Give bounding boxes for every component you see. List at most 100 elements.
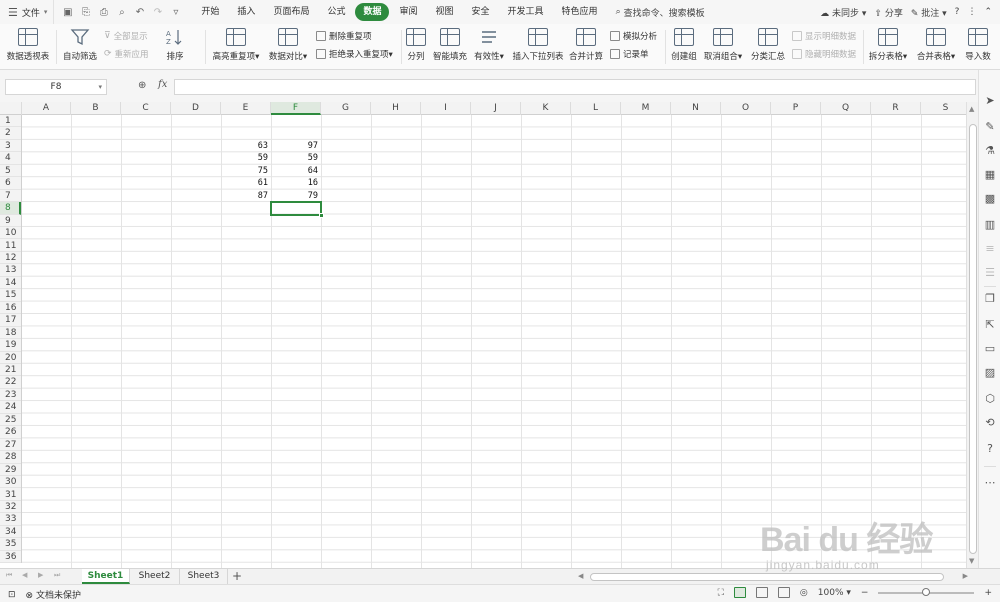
remove-duplicates-button[interactable]: 删除重复项	[316, 30, 372, 42]
zoom-formula-icon[interactable]: ⊕	[138, 80, 146, 91]
name-box[interactable]: F8 ▾	[5, 79, 107, 95]
pen-icon[interactable]: ✎	[983, 120, 997, 134]
column-header-c[interactable]: C	[121, 102, 171, 115]
row-header-23[interactable]: 23	[0, 389, 21, 402]
history-icon[interactable]: ⟲	[983, 416, 997, 430]
column-header-m[interactable]: M	[621, 102, 671, 115]
row-header-16[interactable]: 16	[0, 302, 21, 315]
row-header-19[interactable]: 19	[0, 339, 21, 352]
row-header-17[interactable]: 17	[0, 314, 21, 327]
column-header-j[interactable]: J	[471, 102, 521, 115]
scroll-up-icon[interactable]: ▲	[969, 105, 974, 113]
row-header-11[interactable]: 11	[0, 240, 21, 252]
show-detail-button[interactable]: 显示明细数据	[792, 30, 856, 42]
print-preview-icon[interactable]: ⌕	[116, 7, 127, 18]
record-form-button[interactable]: 记录单	[610, 48, 649, 60]
list-icon[interactable]: ☰	[983, 266, 997, 280]
row-header-28[interactable]: 28	[0, 451, 21, 464]
subtotal-button[interactable]: 分类汇总	[750, 24, 786, 62]
next-sheet-icon[interactable]: ▶	[38, 571, 43, 579]
column-header-k[interactable]: K	[521, 102, 571, 115]
data-compare-button[interactable]: 数据对比▾	[266, 24, 310, 62]
text-to-columns-button[interactable]: 分列	[404, 24, 428, 62]
pivot-table-button[interactable]: 数据透视表	[6, 24, 50, 62]
row-header-25[interactable]: 25	[0, 414, 21, 427]
row-header-14[interactable]: 14	[0, 277, 21, 290]
row-header-13[interactable]: 13	[0, 264, 21, 277]
row-header-15[interactable]: 15	[0, 289, 21, 302]
archive-icon[interactable]: ▭	[983, 342, 997, 356]
ungroup-button[interactable]: 取消组合▾	[703, 24, 743, 62]
zoom-slider-knob[interactable]	[922, 587, 931, 596]
row-header-10[interactable]: 10	[0, 227, 21, 240]
zoom-level[interactable]: 100% ▾	[818, 588, 851, 598]
column-header-l[interactable]: L	[571, 102, 621, 115]
share-button[interactable]: ⇪ 分享	[874, 6, 902, 19]
macro-icon[interactable]: ⊡	[8, 590, 16, 600]
merge-table-button[interactable]: 合并表格▾	[915, 24, 957, 62]
align-icon[interactable]: ≡	[983, 242, 997, 256]
chevron-down-icon[interactable]: ▾	[98, 80, 102, 94]
undo-icon[interactable]: ↶	[134, 7, 145, 18]
row-header-29[interactable]: 29	[0, 464, 21, 477]
last-sheet-icon[interactable]: ⏭	[54, 571, 60, 580]
format-painter-icon[interactable]: ⚗	[983, 144, 997, 158]
reapply-button[interactable]: ⟳ 重新应用	[104, 48, 149, 60]
cell-e3[interactable]: 63	[221, 140, 271, 152]
zoom-out-icon[interactable]: −	[861, 588, 869, 598]
chart-icon[interactable]: ▥	[983, 218, 997, 232]
help-circle-icon[interactable]: ?	[983, 442, 997, 456]
shield-icon[interactable]: ⬡	[983, 392, 997, 406]
sheet-tab-3[interactable]: Sheet3	[180, 569, 228, 584]
sheet-tab-1[interactable]: Sheet1	[82, 569, 130, 584]
row-header-6[interactable]: 6	[0, 177, 21, 190]
autofilter-button[interactable]: 自动筛选	[62, 24, 98, 62]
row-header-3[interactable]: 3	[0, 140, 21, 153]
formula-input[interactable]	[174, 79, 976, 95]
cell-e6[interactable]: 61	[221, 177, 271, 189]
select-pointer-icon[interactable]: ➤	[983, 94, 997, 108]
cell-e5[interactable]: 75	[221, 165, 271, 177]
column-header-i[interactable]: I	[421, 102, 471, 115]
active-cell-f8[interactable]	[270, 201, 324, 218]
cell-e7[interactable]: 87	[221, 190, 271, 202]
cell-f5[interactable]: 64	[271, 165, 321, 177]
tab-2[interactable]: 插入	[229, 3, 263, 21]
file-menu-button[interactable]: ☰ 文件 ▾	[0, 0, 53, 24]
customize-toolbar-icon[interactable]: ▿	[170, 7, 181, 18]
row-header-27[interactable]: 27	[0, 439, 21, 452]
export-pdf-icon[interactable]: ⎘	[80, 7, 91, 18]
cell-area[interactable]: 63 97 59 59 75 64 61 16 87 79	[22, 115, 966, 568]
scroll-down-icon[interactable]: ▼	[969, 557, 974, 565]
vertical-scrollbar[interactable]: ▲ ▼	[966, 102, 978, 568]
tab-6[interactable]: 审阅	[391, 3, 425, 21]
validation-button[interactable]: 有效性▾	[472, 24, 506, 62]
row-header-12[interactable]: 12	[0, 252, 21, 265]
column-header-p[interactable]: P	[771, 102, 821, 115]
highlight-duplicates-button[interactable]: 高亮重复项▾	[210, 24, 262, 62]
share-out-icon[interactable]: ⇱	[983, 318, 997, 332]
row-header-30[interactable]: 30	[0, 476, 21, 489]
sync-button[interactable]: ☁ 未同步 ▾	[820, 6, 866, 19]
redo-icon[interactable]: ↷	[152, 7, 163, 18]
column-header-h[interactable]: H	[371, 102, 421, 115]
sort-button[interactable]: AZ 排序	[160, 24, 190, 62]
tab-3[interactable]: 页面布局	[265, 3, 317, 21]
row-header-35[interactable]: 35	[0, 538, 21, 551]
cell-f4[interactable]: 59	[271, 152, 321, 164]
image-icon[interactable]: ▨	[983, 366, 997, 380]
cell-f6[interactable]: 16	[271, 177, 321, 189]
add-sheet-icon[interactable]: +	[232, 569, 242, 584]
row-header-18[interactable]: 18	[0, 327, 21, 340]
row-header-2[interactable]: 2	[0, 127, 21, 140]
comment-button[interactable]: ✎ 批注 ▾	[911, 6, 947, 19]
prev-sheet-icon[interactable]: ◀	[22, 571, 27, 579]
scroll-left-icon[interactable]: ◀	[578, 572, 583, 580]
row-header-5[interactable]: 5	[0, 165, 21, 178]
smart-fill-button[interactable]: 智能填充	[432, 24, 468, 62]
cell-f3[interactable]: 97	[271, 140, 321, 152]
hide-detail-button[interactable]: 隐藏明细数据	[792, 48, 856, 60]
row-header-9[interactable]: 9	[0, 215, 21, 228]
show-all-button[interactable]: ⊽ 全部显示	[104, 30, 148, 42]
insert-dropdown-list-button[interactable]: 插入下拉列表	[512, 24, 564, 62]
